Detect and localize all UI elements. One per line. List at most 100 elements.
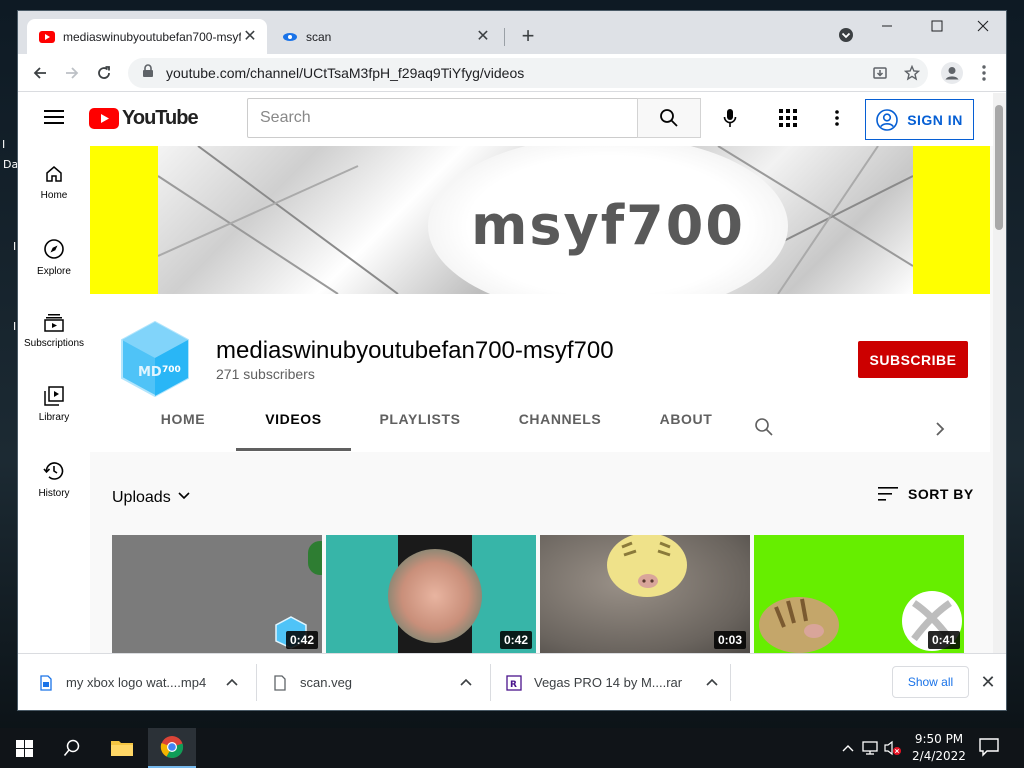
back-button[interactable]	[26, 59, 54, 87]
search-button[interactable]	[637, 98, 701, 138]
close-tab-icon[interactable]: ✕	[474, 28, 492, 46]
taskbar-search-button[interactable]	[48, 728, 96, 768]
tab-home[interactable]: HOME	[143, 411, 223, 451]
address-bar[interactable]: youtube.com/channel/UCtTsaM3fpH_f29aq9Ti…	[128, 58, 928, 88]
video-thumbnail[interactable]: 0:41	[754, 535, 964, 653]
sign-in-button[interactable]: SIGN IN	[865, 99, 974, 140]
video-duration: 0:42	[285, 631, 318, 649]
show-all-button[interactable]: Show all	[892, 666, 969, 698]
tab-about[interactable]: ABOUT	[646, 411, 726, 451]
close-window-button[interactable]	[960, 11, 1006, 41]
profile-avatar-icon[interactable]	[938, 59, 966, 87]
browser-toolbar: youtube.com/channel/UCtTsaM3fpH_f29aq9Ti…	[18, 54, 1006, 92]
tab-separator	[504, 28, 505, 46]
guide-item-explore[interactable]: Explore	[18, 220, 90, 290]
bookmark-star-icon[interactable]	[898, 59, 926, 87]
sort-by-button[interactable]: SORT BY	[878, 486, 974, 502]
close-tab-icon[interactable]: ✕	[241, 28, 259, 46]
thumbnail-creature-art	[607, 535, 687, 597]
volume-muted-icon[interactable]	[884, 740, 901, 756]
tab-playlists[interactable]: PLAYLISTS	[366, 411, 474, 451]
channel-avatar[interactable]: MD 700	[120, 320, 190, 398]
close-shelf-icon[interactable]: ✕	[976, 670, 1000, 694]
tab-videos[interactable]: VIDEOS	[236, 411, 351, 451]
chevron-up-icon[interactable]	[224, 674, 240, 690]
guide-label: Library	[38, 412, 70, 423]
library-icon	[44, 386, 64, 406]
desktop-fragment: I	[13, 320, 17, 333]
chevron-up-icon[interactable]	[840, 740, 856, 756]
minimize-button[interactable]	[864, 11, 910, 41]
tab-search-icon[interactable]	[836, 25, 856, 45]
video-thumbnail[interactable]: 0:03	[540, 535, 750, 653]
system-clock[interactable]: 9:50 PM 2/4/2022	[906, 731, 972, 765]
scrollbar-thumb[interactable]	[995, 105, 1003, 230]
video-thumbnail[interactable]: 0:42	[326, 535, 536, 653]
video-duration: 0:03	[713, 631, 746, 649]
tab-strip: mediaswinubyoutubefan700-msyf700 ✕ scan …	[18, 11, 1006, 54]
maximize-button[interactable]	[914, 11, 960, 41]
apps-grid-icon[interactable]	[775, 105, 801, 131]
start-button[interactable]	[0, 728, 48, 768]
install-app-icon[interactable]	[866, 59, 894, 87]
chevron-up-icon[interactable]	[458, 674, 474, 690]
uploads-dropdown[interactable]: Uploads	[112, 488, 191, 507]
chevron-down-icon	[177, 488, 191, 507]
guide-sidebar: Home Explore Subscriptions Library Histo…	[18, 146, 90, 653]
videos-section: Uploads SORT BY 0:42 0:42 0:03 0:41	[90, 452, 990, 653]
download-item[interactable]: my xbox logo wat....mp4	[38, 654, 258, 710]
guide-item-home[interactable]: Home	[18, 146, 90, 216]
channel-banner: msyf700	[90, 146, 990, 294]
youtube-logo[interactable]: YouTube	[89, 107, 199, 129]
account-icon	[876, 108, 898, 131]
forward-button[interactable]	[58, 59, 86, 87]
taskbar: 9:50 PM 2/4/2022	[0, 728, 1024, 768]
file-icon	[272, 674, 288, 692]
network-icon[interactable]	[862, 740, 878, 756]
download-separator	[490, 664, 491, 701]
download-separator	[730, 664, 731, 701]
download-filename: scan.veg	[300, 675, 353, 690]
microphone-icon	[723, 109, 737, 127]
rar-file-icon: R	[506, 674, 522, 692]
guide-item-history[interactable]: History	[18, 442, 90, 512]
subscribe-button[interactable]: SUBSCRIBE	[858, 341, 968, 378]
home-icon	[46, 166, 62, 182]
search-input[interactable]	[260, 109, 637, 127]
hamburger-menu-icon[interactable]	[44, 109, 64, 125]
banner-title: msyf700	[471, 194, 745, 257]
file-explorer-button[interactable]	[98, 728, 146, 768]
tab-youtube[interactable]: mediaswinubyoutubefan700-msyf700 ✕	[27, 19, 267, 54]
chevron-up-icon[interactable]	[704, 674, 720, 690]
more-options-icon[interactable]	[825, 105, 849, 131]
desktop-fragment: Da	[3, 158, 19, 171]
notification-center-icon[interactable]	[978, 736, 1004, 760]
tab-scan[interactable]: scan ✕	[270, 19, 500, 54]
browser-menu-icon[interactable]	[970, 59, 998, 87]
tab-title: scan	[306, 29, 332, 44]
lock-icon	[142, 63, 156, 83]
video-duration: 0:41	[927, 631, 960, 649]
compass-icon	[44, 239, 64, 259]
chevron-right-icon[interactable]	[928, 417, 952, 441]
thumbnail-art	[388, 549, 482, 643]
banner-side-right	[913, 146, 990, 294]
download-item[interactable]: R Vegas PRO 14 by M....rar	[506, 654, 731, 710]
new-tab-button[interactable]: +	[515, 24, 541, 50]
svg-text:MD: MD	[138, 365, 162, 380]
tab-channels[interactable]: CHANNELS	[498, 411, 622, 451]
channel-search-icon[interactable]	[754, 417, 776, 439]
guide-item-library[interactable]: Library	[18, 368, 90, 438]
guide-label: Subscriptions	[23, 338, 85, 349]
voice-search-button[interactable]	[713, 101, 747, 135]
scan-icon	[282, 29, 298, 45]
video-duration: 0:42	[499, 631, 532, 649]
chrome-icon	[160, 736, 184, 759]
download-item[interactable]: scan.veg	[272, 654, 492, 710]
guide-item-subscriptions[interactable]: Subscriptions	[18, 294, 90, 364]
video-thumbnail[interactable]: 0:42	[112, 535, 322, 653]
reload-button[interactable]	[90, 59, 118, 87]
chrome-taskbar-button[interactable]	[148, 728, 196, 768]
page-scrollbar[interactable]	[993, 93, 1006, 653]
search-icon	[63, 739, 80, 756]
